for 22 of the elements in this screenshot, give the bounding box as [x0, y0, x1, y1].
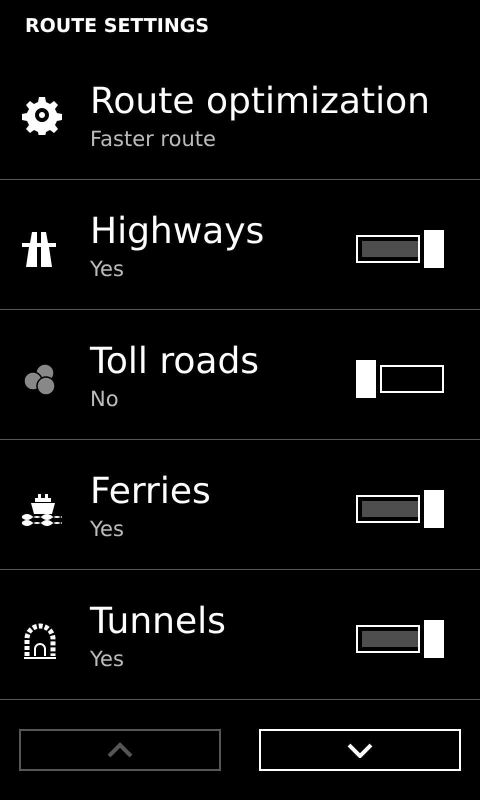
setting-title[interactable]: Highways: [90, 210, 356, 254]
setting-title[interactable]: Route optimization: [90, 80, 444, 124]
setting-value: Faster route: [90, 126, 217, 152]
chevron-down-icon: [347, 742, 373, 758]
toggle-switch[interactable]: [356, 620, 444, 658]
setting-value: Yes: [90, 646, 125, 672]
setting-title[interactable]: Tunnels: [90, 600, 356, 644]
toggle-switch[interactable]: [356, 490, 444, 528]
chevron-up-icon: [107, 742, 133, 758]
setting-title[interactable]: Toll roads: [90, 340, 356, 384]
toggle-switch[interactable]: [356, 360, 444, 398]
setting-value: Yes: [90, 256, 125, 282]
page-down-button[interactable]: [259, 729, 461, 771]
gear-icon: [22, 94, 62, 134]
ship-icon: [22, 494, 64, 526]
setting-title[interactable]: Ferries: [90, 470, 356, 514]
toggle-switch[interactable]: [356, 230, 444, 268]
tunnel-icon: [22, 620, 58, 658]
section-title: ROUTE SETTINGS: [24, 14, 210, 39]
setting-value: Yes: [90, 516, 125, 542]
highway-icon: [22, 232, 56, 268]
setting-value: No: [90, 386, 120, 412]
